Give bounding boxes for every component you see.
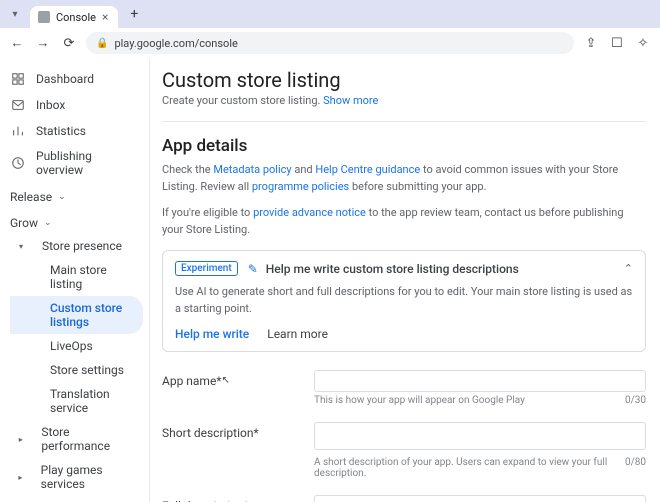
sidebar-item-label: Statistics bbox=[36, 124, 86, 138]
sidebar-item-store-performance[interactable]: ▸ Store performance bbox=[10, 420, 143, 458]
short-description-counter: 0/80 bbox=[625, 457, 646, 479]
address-url: play.google.com/console bbox=[114, 37, 237, 50]
full-description-input[interactable] bbox=[314, 495, 646, 502]
bookmark-icon[interactable]: ☐ bbox=[608, 34, 626, 52]
learn-more-link[interactable]: Learn more bbox=[267, 327, 328, 341]
sidebar-item-label: Store performance bbox=[41, 425, 135, 453]
short-description-helper: A short description of your app. Users c… bbox=[314, 457, 625, 479]
tab-favicon-icon bbox=[38, 11, 50, 23]
share-icon[interactable]: ⇪ bbox=[582, 34, 600, 52]
divider bbox=[162, 121, 646, 122]
sidebar-item-store-presence[interactable]: ▾ Store presence bbox=[10, 234, 143, 258]
inbox-icon bbox=[10, 97, 26, 113]
show-more-link[interactable]: Show more bbox=[323, 94, 378, 107]
programme-policies-link[interactable]: programme policies bbox=[252, 180, 349, 193]
sidebar-item-label: Inbox bbox=[36, 98, 65, 112]
forward-icon[interactable]: → bbox=[34, 34, 52, 52]
page-subtitle: Create your custom store listing. Show m… bbox=[162, 94, 646, 107]
short-description-label: Short description* bbox=[162, 422, 302, 440]
main-content: Custom store listing Create your custom … bbox=[150, 58, 660, 502]
sidebar-item-label: Store settings bbox=[50, 363, 124, 377]
help-me-write-button[interactable]: Help me write bbox=[175, 327, 249, 341]
sidebar-item-dashboard[interactable]: Dashboard bbox=[0, 66, 149, 92]
page-title: Custom store listing bbox=[162, 68, 646, 92]
sidebar-section-quality[interactable]: Quality ⌄ bbox=[0, 496, 149, 502]
app-details-para-1: Check the Metadata policy and Help Centr… bbox=[162, 162, 646, 195]
ai-card-description: Use AI to generate short and full descri… bbox=[175, 284, 633, 317]
sidebar-item-label: Main store listing bbox=[50, 263, 135, 291]
sidebar-section-label: Release bbox=[10, 190, 52, 204]
sidebar-section-release[interactable]: Release ⌄ bbox=[0, 182, 149, 208]
app-name-input[interactable] bbox=[314, 370, 646, 392]
sidebar-item-label: Store presence bbox=[42, 239, 122, 253]
magic-wand-icon: ✎ bbox=[248, 262, 258, 276]
app-name-helper: This is how your app will appear on Goog… bbox=[314, 395, 525, 406]
cursor-icon: ↖ bbox=[222, 375, 230, 386]
new-tab-button[interactable]: + bbox=[124, 4, 144, 24]
sidebar-item-liveops[interactable]: LiveOps bbox=[10, 334, 143, 358]
sidebar-section-grow[interactable]: Grow ⌄ bbox=[0, 208, 149, 234]
browser-tabstrip: ▾ Console × + bbox=[0, 0, 660, 28]
browser-tab-active[interactable]: Console × bbox=[30, 6, 118, 28]
subtitle-text: Create your custom store listing. bbox=[162, 94, 320, 107]
sidebar-item-translation-service[interactable]: Translation service bbox=[10, 382, 143, 420]
extensions-icon[interactable]: ✧ bbox=[634, 34, 652, 52]
publishing-icon bbox=[10, 155, 26, 171]
reload-icon[interactable]: ⟳ bbox=[60, 34, 78, 52]
tab-title: Console bbox=[56, 11, 96, 24]
collapse-icon[interactable]: ⌃ bbox=[624, 262, 633, 275]
dashboard-icon bbox=[10, 71, 26, 87]
sidebar-item-custom-store-listings[interactable]: Custom store listings bbox=[10, 296, 143, 334]
help-centre-link[interactable]: Help Centre guidance bbox=[315, 163, 420, 176]
chevron-down-icon: ⌄ bbox=[58, 192, 66, 202]
sidebar: Dashboard Inbox Statistics Publishing ov… bbox=[0, 58, 150, 502]
window-menu-icon[interactable]: ▾ bbox=[8, 7, 22, 21]
sidebar-item-main-store-listing[interactable]: Main store listing bbox=[10, 258, 143, 296]
caret-down-icon: ▾ bbox=[16, 242, 26, 251]
sidebar-item-store-settings[interactable]: Store settings bbox=[10, 358, 143, 382]
section-app-details-heading: App details bbox=[162, 136, 646, 156]
sidebar-item-inbox[interactable]: Inbox bbox=[0, 92, 149, 118]
sidebar-item-play-games-services[interactable]: ▸ Play games services bbox=[10, 458, 143, 496]
full-description-label: Full description* bbox=[162, 495, 302, 502]
sidebar-item-label: Dashboard bbox=[36, 72, 94, 86]
sidebar-item-label: Translation service bbox=[50, 387, 135, 415]
lock-icon: 🔒 bbox=[96, 38, 108, 49]
metadata-policy-link[interactable]: Metadata policy bbox=[213, 163, 291, 176]
app-details-para-2: If you're eligible to provide advance no… bbox=[162, 205, 646, 238]
sidebar-item-publishing[interactable]: Publishing overview bbox=[0, 144, 149, 182]
caret-right-icon: ▸ bbox=[16, 435, 25, 444]
sidebar-section-label: Grow bbox=[10, 216, 38, 230]
sidebar-item-label: Custom store listings bbox=[50, 301, 135, 329]
ai-experiment-card: Experiment ✎ Help me write custom store … bbox=[162, 250, 646, 352]
close-icon[interactable]: × bbox=[102, 10, 108, 24]
statistics-icon bbox=[10, 123, 26, 139]
sidebar-item-label: Publishing overview bbox=[36, 149, 139, 177]
back-icon[interactable]: ← bbox=[8, 34, 26, 52]
short-description-input[interactable] bbox=[314, 422, 646, 450]
experiment-badge: Experiment bbox=[175, 261, 238, 276]
advance-notice-link[interactable]: provide advance notice bbox=[253, 206, 366, 219]
app-name-counter: 0/30 bbox=[625, 395, 646, 406]
app-name-label: App name*↖ bbox=[162, 370, 302, 388]
browser-toolbar: ← → ⟳ 🔒 play.google.com/console ⇪ ☐ ✧ bbox=[0, 28, 660, 58]
caret-right-icon: ▸ bbox=[16, 473, 25, 482]
sidebar-item-label: Play games services bbox=[41, 463, 135, 491]
chevron-down-icon: ⌄ bbox=[44, 218, 52, 228]
sidebar-item-label: LiveOps bbox=[50, 339, 93, 353]
ai-card-title: Help me write custom store listing descr… bbox=[266, 262, 519, 276]
sidebar-item-statistics[interactable]: Statistics bbox=[0, 118, 149, 144]
address-bar[interactable]: 🔒 play.google.com/console bbox=[86, 32, 574, 54]
